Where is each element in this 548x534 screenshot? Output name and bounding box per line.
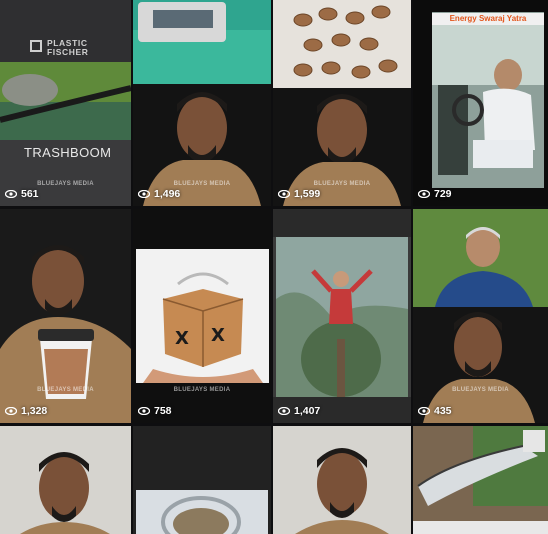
reel-tile-5[interactable]: BLUEJAYS MEDIA 1,328 <box>0 209 131 423</box>
watermark: BLUEJAYS MEDIA <box>313 181 371 187</box>
watermark: BLUEJAYS MEDIA <box>173 181 231 187</box>
svg-text:X: X <box>175 328 189 349</box>
reel-tile-11[interactable] <box>273 426 411 534</box>
brand-name: PLASTIC FISCHER <box>47 39 89 57</box>
tile-thumbnail <box>133 426 271 534</box>
tile-thumbnail <box>432 12 544 188</box>
tile-thumbnail <box>273 209 411 423</box>
tile-thumbnail <box>0 0 131 206</box>
eye-icon <box>418 190 430 198</box>
banner-title: Energy Swaraj Yatra <box>432 13 544 25</box>
reel-tile-6[interactable]: X X BLUEJAYS MEDIA 758 <box>133 209 271 423</box>
view-count-value: 435 <box>434 405 452 417</box>
reel-tile-2[interactable]: BLUEJAYS MEDIA 1,496 <box>133 0 271 206</box>
watermark: BLUEJAYS MEDIA <box>37 387 94 393</box>
reel-tile-8[interactable]: BLUEJAYS MEDIA 435 <box>413 209 548 423</box>
view-count-value: 1,599 <box>294 188 321 200</box>
eye-icon <box>278 190 290 198</box>
eye-icon <box>278 407 290 415</box>
reel-tile-3[interactable]: BLUEJAYS MEDIA 1,599 <box>273 0 411 206</box>
reel-tile-energy-swaraj[interactable]: Energy Swaraj Yatra 729 <box>413 0 548 206</box>
view-count: 1,599 <box>278 188 320 200</box>
reel-tile-7[interactable]: 1,407 <box>273 209 411 423</box>
tile-caption: TRASHBOOM <box>24 145 112 160</box>
view-count-value: 729 <box>434 188 452 200</box>
view-count-value: 1,496 <box>154 188 181 200</box>
view-count-value: 758 <box>154 405 172 417</box>
view-count: 561 <box>5 188 39 200</box>
tile-thumbnail <box>133 0 271 206</box>
brand-line-2: FISCHER <box>47 47 89 57</box>
watermark: BLUEJAYS MEDIA <box>452 387 509 393</box>
tile-thumbnail <box>273 0 411 206</box>
watermark: BLUEJAYS MEDIA <box>173 387 231 393</box>
tile-thumbnail <box>273 426 411 534</box>
view-count: 1,328 <box>5 405 47 417</box>
view-count-value: 1,328 <box>21 405 48 417</box>
eye-icon <box>5 407 17 415</box>
view-count: 1,407 <box>278 405 320 417</box>
reel-tile-12[interactable] <box>413 426 548 534</box>
eye-icon <box>418 407 430 415</box>
tile-thumbnail <box>413 426 548 534</box>
view-count: 729 <box>418 188 452 200</box>
view-count-value: 561 <box>21 188 39 200</box>
svg-text:X: X <box>211 325 225 346</box>
watermark: BLUEJAYS MEDIA <box>37 181 94 187</box>
eye-icon <box>5 190 17 198</box>
eye-icon <box>138 407 150 415</box>
reel-tile-9[interactable] <box>0 426 131 534</box>
reel-tile-trashboom[interactable]: PLASTIC FISCHER TRASHBOOM BLUEJAYS MEDIA… <box>0 0 131 206</box>
view-count: 758 <box>138 405 172 417</box>
plastic-fischer-logo-icon <box>30 40 42 52</box>
view-count-value: 1,407 <box>294 405 321 417</box>
eye-icon <box>138 190 150 198</box>
view-count: 1,496 <box>138 188 180 200</box>
reel-tile-10[interactable] <box>133 426 271 534</box>
tile-thumbnail <box>0 426 131 534</box>
view-count: 435 <box>418 405 452 417</box>
reels-grid: PLASTIC FISCHER TRASHBOOM BLUEJAYS MEDIA… <box>0 0 548 534</box>
